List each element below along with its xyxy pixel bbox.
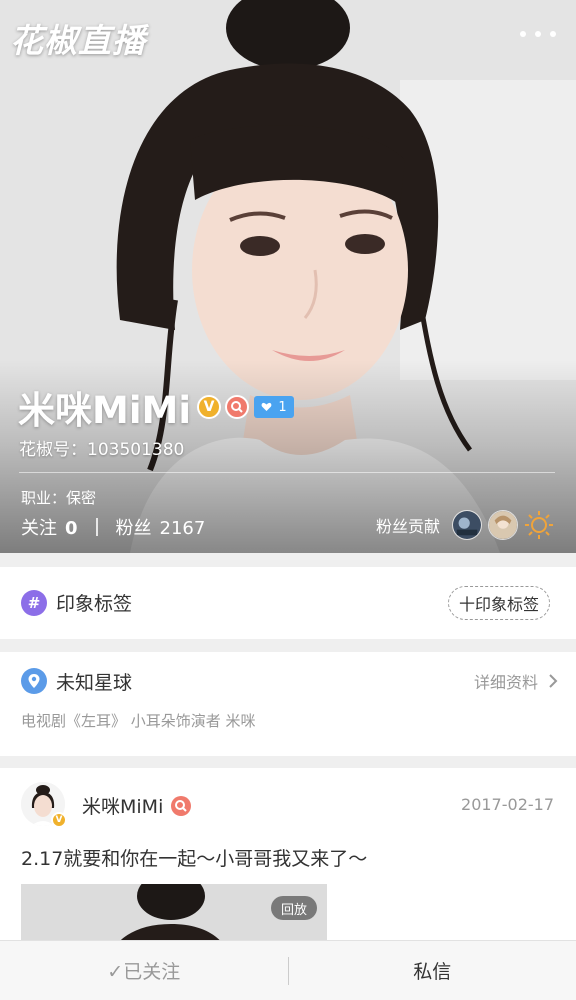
replay-badge: 回放 — [270, 896, 317, 920]
bottom-action-bar: ✓已关注 私信 — [0, 940, 576, 1000]
post-author-row: 米咪MiMi — [82, 792, 192, 819]
post-date: 2017-02-17 — [461, 795, 554, 814]
impression-tags-section: # 印象标签 十印象标签 — [0, 567, 576, 639]
contributor-avatar-2 — [488, 510, 518, 540]
fans-count: 2167 — [159, 518, 206, 539]
level-number: 1 — [278, 399, 287, 415]
fan-contribution[interactable]: 粉丝贡献 — [376, 510, 554, 540]
star-badge-icon — [171, 795, 192, 816]
profile-name: 米咪MiMi — [18, 389, 192, 432]
post-text: 2.17就要和你在一起～小哥哥我又来了～ — [21, 848, 368, 870]
sun-badge-icon — [525, 511, 553, 539]
profile-id: 花椒号：103501380 — [19, 440, 185, 460]
hero-divider — [19, 472, 555, 473]
private-message-button[interactable]: 私信 — [289, 957, 576, 984]
detail-profile-link[interactable]: 详细资料 — [474, 669, 558, 693]
profile-screen: 花椒直播 米咪MiMi V 1 花椒号：103501380 职业：保密 关注 0 … — [0, 0, 576, 1000]
following-stat[interactable]: 关注 0 — [21, 514, 78, 540]
fans-stat[interactable]: 粉丝 2167 — [116, 514, 206, 540]
profile-bio: 电视剧《左耳》 小耳朵饰演者 米咪 — [21, 712, 256, 730]
post-author-name: 米咪MiMi — [82, 796, 164, 818]
level-badge: 1 — [254, 396, 295, 418]
app-logo: 花椒直播 — [10, 21, 146, 60]
stats-divider — [95, 518, 98, 536]
more-dots-icon[interactable] — [520, 22, 556, 46]
add-impression-tag-button[interactable]: 十印象标签 — [447, 586, 550, 620]
heart-icon — [261, 402, 272, 411]
location-section: 未知星球 详细资料 电视剧《左耳》 小耳朵饰演者 米咪 — [0, 652, 576, 756]
star-badge-icon — [225, 395, 250, 419]
profile-hero: 花椒直播 米咪MiMi V 1 花椒号：103501380 职业：保密 关注 0 … — [0, 0, 576, 553]
followed-button[interactable]: ✓已关注 — [0, 957, 288, 984]
profile-job: 职业：保密 — [21, 489, 97, 507]
location-pin-icon — [21, 668, 47, 694]
profile-stats: 关注 0 粉丝 2167 — [21, 514, 205, 540]
hash-icon: # — [21, 590, 47, 616]
fan-contribution-label: 粉丝贡献 — [375, 517, 440, 536]
post-verified-icon: V — [51, 812, 67, 828]
post-card[interactable]: V 米咪MiMi 2017-02-17 2.17就要和你在一起～小哥哥我又来了～… — [0, 768, 576, 974]
following-count: 0 — [65, 518, 78, 539]
fans-label: 粉丝 — [115, 518, 152, 539]
detail-profile-label: 详细资料 — [473, 673, 538, 692]
impression-tags-title: 印象标签 — [56, 593, 133, 615]
profile-name-row: 米咪MiMi V 1 — [18, 380, 295, 434]
chevron-right-icon — [549, 674, 558, 688]
contributor-avatar-1 — [452, 510, 482, 540]
location-title: 未知星球 — [56, 672, 133, 694]
verified-badge-icon: V — [197, 395, 222, 419]
following-label: 关注 — [21, 518, 57, 539]
